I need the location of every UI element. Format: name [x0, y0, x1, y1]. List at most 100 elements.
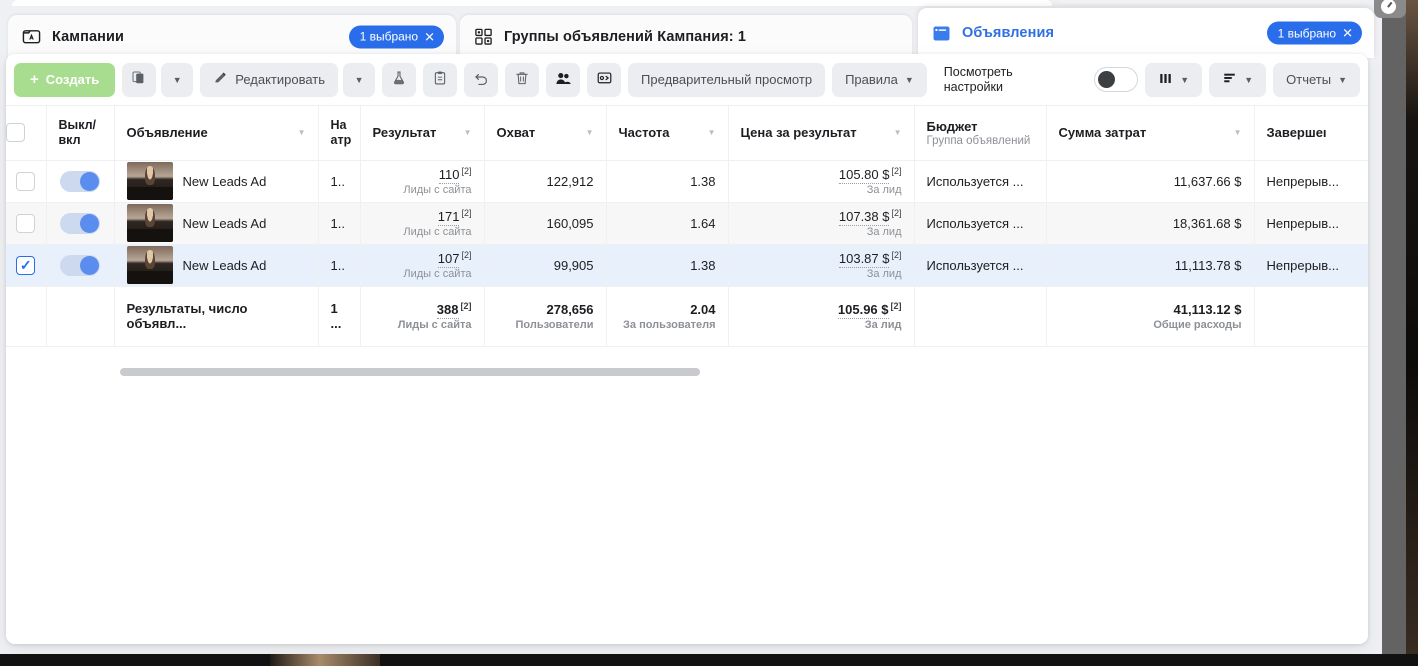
- tab-ads-selection-pill[interactable]: 1 выбрано ✕: [1266, 21, 1362, 45]
- campaign-icon: [22, 27, 41, 46]
- row-onoff-toggle[interactable]: [60, 212, 100, 234]
- chevron-down-icon[interactable]: ▼: [298, 128, 306, 137]
- row-budget-cell[interactable]: Используется ...: [914, 244, 1047, 287]
- horizontal-scrollbar-thumb[interactable]: [120, 368, 700, 376]
- total-onoff-cell: [46, 286, 115, 347]
- table-row[interactable]: New Leads Ad 1.. 107[2] Лиды с сайта 99,…: [6, 244, 1368, 287]
- delete-button[interactable]: [505, 62, 540, 97]
- breakdown-rows-icon: [1222, 71, 1237, 89]
- reports-button[interactable]: Отчеты ▼: [1273, 62, 1360, 97]
- table-body: New Leads Ad 1.. 110 [2] Лиды с сайта 122…: [6, 160, 1368, 347]
- view-settings-button[interactable]: Посмотреть настройки: [934, 65, 1023, 95]
- row-ad-cell[interactable]: New Leads Ad: [114, 160, 319, 203]
- ads-table: Выкл/вкл Объявление ▼ На атр Результат ▼…: [6, 106, 1368, 347]
- header-ad[interactable]: Объявление ▼: [114, 106, 319, 161]
- duplicate-icon: [131, 70, 147, 89]
- row-checkbox[interactable]: [16, 255, 36, 275]
- header-budget-label: Бюджет: [926, 118, 978, 134]
- ad-name[interactable]: New Leads Ad: [183, 258, 267, 273]
- horizontal-scrollbar-track[interactable]: [6, 362, 1368, 384]
- header-select-all[interactable]: [6, 106, 47, 161]
- clipboard-icon: [432, 70, 448, 89]
- duplicate-dropdown-button[interactable]: ▼: [161, 62, 194, 97]
- duplicate-button[interactable]: [122, 62, 157, 97]
- edit-button[interactable]: Редактировать: [200, 62, 339, 97]
- edit-button-label: Редактировать: [235, 72, 326, 87]
- tab-campaigns-selection-pill[interactable]: 1 выбрано ✕: [348, 25, 444, 48]
- rules-button[interactable]: Правила ▼: [832, 62, 927, 97]
- row-select-cell[interactable]: [6, 202, 47, 245]
- select-all-checkbox[interactable]: [6, 123, 25, 143]
- close-icon[interactable]: ✕: [1342, 27, 1353, 40]
- preview-button[interactable]: Предварительный просмотр: [628, 62, 826, 97]
- undo-arrow-icon: [473, 70, 490, 90]
- row-budget-cell[interactable]: Используется ...: [914, 202, 1047, 245]
- tab-campaigns-label: Кампании: [52, 28, 125, 45]
- row-select-cell[interactable]: [6, 160, 47, 203]
- plus-icon: +: [30, 71, 39, 88]
- row-ends-cell: Непрерыв...: [1254, 202, 1368, 245]
- table-row[interactable]: New Leads Ad 1.. 171 [2] Лиды с сайта 160…: [6, 202, 1368, 245]
- header-ends[interactable]: Завершеı ▼: [1254, 106, 1368, 161]
- row-onoff-toggle[interactable]: [60, 254, 100, 276]
- columns-button[interactable]: ▼: [1145, 62, 1203, 97]
- tab-ads[interactable]: Объявления 1 выбрано ✕: [918, 8, 1374, 58]
- chevron-down-icon[interactable]: ▼: [586, 128, 594, 137]
- row-onoff-cell[interactable]: [46, 202, 115, 245]
- ad-thumbnail: [126, 204, 173, 242]
- ad-name[interactable]: New Leads Ad: [183, 174, 267, 189]
- row-ad-cell[interactable]: New Leads Ad: [114, 244, 319, 287]
- header-result[interactable]: Результат ▼: [360, 106, 485, 161]
- row-cost-footnote: [2]: [891, 207, 902, 218]
- toggle-knob: [80, 213, 99, 233]
- row-checkbox[interactable]: [16, 213, 36, 233]
- export-button[interactable]: [587, 62, 622, 97]
- chevron-down-icon[interactable]: ▼: [894, 128, 902, 137]
- header-frequency[interactable]: Частота ▼: [606, 106, 729, 161]
- clock-icon: [1381, 0, 1396, 14]
- ad-name[interactable]: New Leads Ad: [183, 216, 267, 231]
- row-result-cell: 107 [2] Лиды с сайта: [360, 244, 485, 287]
- header-onoff: Выкл/вкл: [46, 106, 115, 161]
- row-budget-cell[interactable]: Используется ...: [914, 160, 1047, 203]
- panel-empty-area: [6, 384, 1368, 644]
- total-cost-footnote: [2]: [890, 300, 902, 311]
- row-ad-cell[interactable]: New Leads Ad: [114, 202, 319, 245]
- header-cost-per-result[interactable]: Цена за результат ▼: [728, 106, 915, 161]
- audience-button[interactable]: [546, 62, 581, 97]
- clipboard-button[interactable]: [423, 62, 458, 97]
- total-frequency-sub: За пользователя: [623, 318, 716, 331]
- close-icon[interactable]: ✕: [424, 30, 435, 43]
- header-cost-per-result-label: Цена за результат: [740, 125, 857, 141]
- total-amount-spent-value: 41,113.12 $: [1173, 301, 1242, 317]
- ab-test-button[interactable]: [382, 62, 417, 97]
- row-onoff-toggle[interactable]: [60, 170, 100, 192]
- tab-campaigns-selection-count: 1 выбрано: [359, 29, 419, 44]
- view-mode-toggle[interactable]: [1094, 67, 1139, 92]
- row-onoff-cell[interactable]: [46, 160, 115, 203]
- duplicate-button-group: ▼: [122, 62, 194, 97]
- undo-button[interactable]: [464, 62, 499, 97]
- row-attribution-cell: 1..: [318, 160, 361, 203]
- row-cost-value: 103.87 $: [838, 251, 890, 269]
- breakdown-button[interactable]: ▼: [1209, 62, 1267, 97]
- ads-table-container[interactable]: Выкл/вкл Объявление ▼ На атр Результат ▼…: [6, 106, 1368, 362]
- table-row[interactable]: New Leads Ad 1.. 110 [2] Лиды с сайта 122…: [6, 160, 1368, 203]
- create-button[interactable]: + Создать: [14, 62, 116, 97]
- tab-campaigns[interactable]: Кампании 1 выбрано ✕: [8, 15, 456, 58]
- floating-clock-widget[interactable]: [1374, 0, 1406, 18]
- row-result-value: 171: [437, 209, 460, 227]
- header-amount-spent[interactable]: Сумма затрат ▼: [1046, 106, 1255, 161]
- header-reach[interactable]: Охват ▼: [484, 106, 607, 161]
- row-onoff-cell[interactable]: [46, 244, 115, 287]
- row-checkbox[interactable]: [16, 171, 36, 191]
- row-cost-footnote: [2]: [891, 249, 902, 260]
- chevron-down-icon[interactable]: ▼: [1234, 128, 1242, 137]
- tab-adsets[interactable]: Группы объявлений Кампания: 1: [460, 15, 912, 58]
- chevron-down-icon[interactable]: ▼: [464, 128, 472, 137]
- chevron-down-icon[interactable]: ▼: [708, 128, 716, 137]
- row-result-cell: 171 [2] Лиды с сайта: [360, 202, 485, 245]
- edit-dropdown-button[interactable]: ▼: [343, 62, 376, 97]
- total-frequency-value: 2.04: [690, 301, 716, 317]
- row-select-cell[interactable]: [6, 244, 47, 287]
